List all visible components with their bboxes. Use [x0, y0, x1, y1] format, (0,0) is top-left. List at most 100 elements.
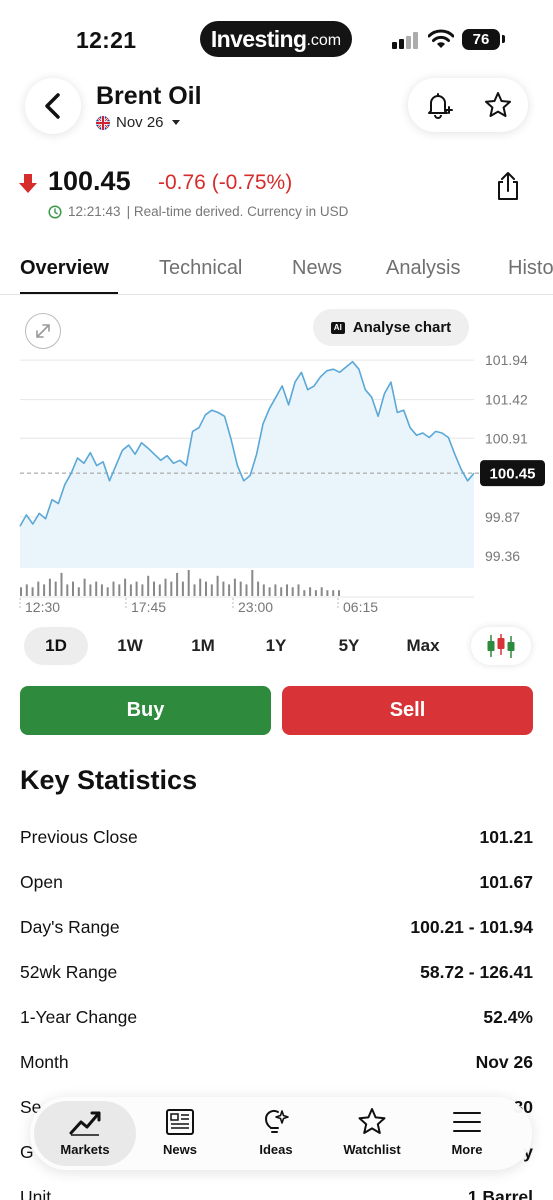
- volume-bar: [112, 581, 115, 596]
- brand-name: Investing: [210, 25, 307, 52]
- nav-news[interactable]: News: [135, 1107, 225, 1163]
- status-time: 12:21: [76, 27, 137, 53]
- header-actions: [408, 78, 528, 132]
- volume-bar: [187, 570, 190, 596]
- nav-label: Markets: [60, 1142, 110, 1157]
- stat-value: Nov 26: [475, 1052, 533, 1072]
- tab-overview[interactable]: Overview: [20, 257, 109, 280]
- share-button[interactable]: [494, 170, 522, 202]
- volume-bar: [43, 584, 46, 596]
- volume-bar: [193, 584, 196, 596]
- battery-nub: [502, 35, 505, 43]
- volume-bar: [332, 590, 335, 596]
- stat-value: 1 Barrel: [467, 1187, 533, 1200]
- stat-value: 52.4%: [483, 1007, 533, 1027]
- back-button[interactable]: [25, 78, 81, 134]
- timeframe-1w[interactable]: 1W: [100, 627, 160, 665]
- volume-bar: [297, 584, 300, 596]
- star-icon: [358, 1108, 386, 1134]
- chevron-left-icon: [45, 93, 60, 119]
- stat-label: 1-Year Change: [20, 1007, 138, 1027]
- stat-value: 58.72 - 126.41: [420, 962, 533, 982]
- tab-historical[interactable]: Histo: [508, 257, 553, 280]
- nav-label: More: [451, 1142, 483, 1157]
- timeframe-1m[interactable]: 1M: [173, 627, 233, 665]
- y-tick-label: 101.94: [485, 352, 528, 368]
- timeframe-max[interactable]: Max: [393, 627, 453, 665]
- volume-bar: [251, 570, 254, 596]
- lightbulb-icon: [264, 1109, 289, 1133]
- watchlist-star-button[interactable]: [482, 89, 514, 121]
- x-tick-label: 12:30: [25, 599, 60, 615]
- current-price-label: 100.45: [490, 466, 536, 483]
- volume-bar: [222, 581, 225, 596]
- y-tick-label: 100.91: [485, 430, 528, 446]
- expand-icon: [36, 324, 50, 338]
- volume-bar: [83, 578, 86, 596]
- stat-row-1-year-change: 1-Year Change 52.4%: [20, 995, 533, 1040]
- volume-bar: [314, 590, 317, 596]
- stat-row-52wk-range: 52wk Range 58.72 - 126.41: [20, 950, 533, 995]
- contract-month: Nov 26: [116, 114, 164, 131]
- timeframe-1y[interactable]: 1Y: [246, 627, 306, 665]
- volume-bar: [158, 584, 161, 596]
- y-tick-label: 99.36: [485, 548, 520, 564]
- nav-label: Watchlist: [343, 1142, 401, 1157]
- volume-bar: [176, 572, 179, 596]
- nav-label: Ideas: [259, 1142, 293, 1157]
- volume-bar: [135, 581, 138, 596]
- wifi-icon: [428, 29, 454, 48]
- tab-analysis[interactable]: Analysis: [386, 257, 460, 280]
- price-chart[interactable]: 101.94 101.42 100.91 99.87 99.36 100.45 12:30 1…: [0, 348, 553, 623]
- volume-bar: [228, 584, 231, 596]
- expand-chart-button[interactable]: [25, 313, 61, 349]
- volume-bar: [303, 590, 306, 596]
- volume-bar: [164, 578, 167, 596]
- volume-bar: [31, 587, 34, 596]
- analyse-chart-label: Analyse chart: [352, 319, 452, 336]
- volume-bar: [286, 584, 288, 596]
- caret-down-icon: [171, 120, 180, 125]
- volume-bar: [338, 590, 340, 596]
- stat-row-previous-close: Previous Close 101.21: [20, 815, 533, 860]
- bell-plus-icon: [428, 93, 453, 119]
- nav-ideas[interactable]: Ideas: [231, 1107, 321, 1163]
- volume-bar: [118, 584, 121, 596]
- volume-bar: [291, 587, 294, 596]
- ai-icon: AI: [330, 321, 345, 334]
- volume-bar: [153, 581, 155, 596]
- nav-watchlist[interactable]: Watchlist: [327, 1107, 417, 1163]
- tab-technical[interactable]: Technical: [159, 257, 242, 280]
- sell-button[interactable]: Sell: [282, 686, 533, 735]
- add-alert-button[interactable]: [422, 89, 454, 121]
- cellular-signal-icon: [392, 31, 420, 49]
- volume-bar: [245, 584, 248, 596]
- volume-bar: [20, 587, 22, 596]
- volume-bar: [309, 587, 312, 596]
- clock-icon: [48, 204, 62, 219]
- timeframe-5y[interactable]: 5Y: [319, 627, 379, 665]
- volume-bar: [48, 578, 51, 596]
- volume-bar: [320, 587, 323, 596]
- chart-type-button[interactable]: [471, 627, 531, 665]
- volume-bar: [66, 584, 69, 596]
- tab-news[interactable]: News: [292, 257, 342, 280]
- volume-bar: [210, 584, 213, 596]
- timeframe-1d[interactable]: 1D: [24, 627, 88, 665]
- volume-bar: [199, 578, 202, 596]
- volume-bar: [37, 581, 40, 596]
- contract-selector[interactable]: Nov 26: [96, 114, 180, 131]
- realtime-row: 12:21:43 | Real-time derived. Currency i…: [48, 204, 348, 219]
- battery-icon: 76: [462, 29, 500, 50]
- stat-value: 101.21: [479, 827, 533, 847]
- volume-bar: [239, 581, 242, 596]
- nav-label: News: [163, 1142, 197, 1157]
- stat-value: 101.67: [479, 872, 533, 892]
- analyse-chart-button[interactable]: AI Analyse chart: [313, 309, 469, 346]
- nav-more[interactable]: More: [422, 1107, 512, 1163]
- nav-markets[interactable]: Markets: [40, 1107, 130, 1163]
- stat-value: 100.21 - 101.94: [410, 917, 533, 937]
- volume-bar: [25, 584, 28, 596]
- uk-flag-icon: [96, 115, 110, 130]
- buy-button[interactable]: Buy: [20, 686, 271, 735]
